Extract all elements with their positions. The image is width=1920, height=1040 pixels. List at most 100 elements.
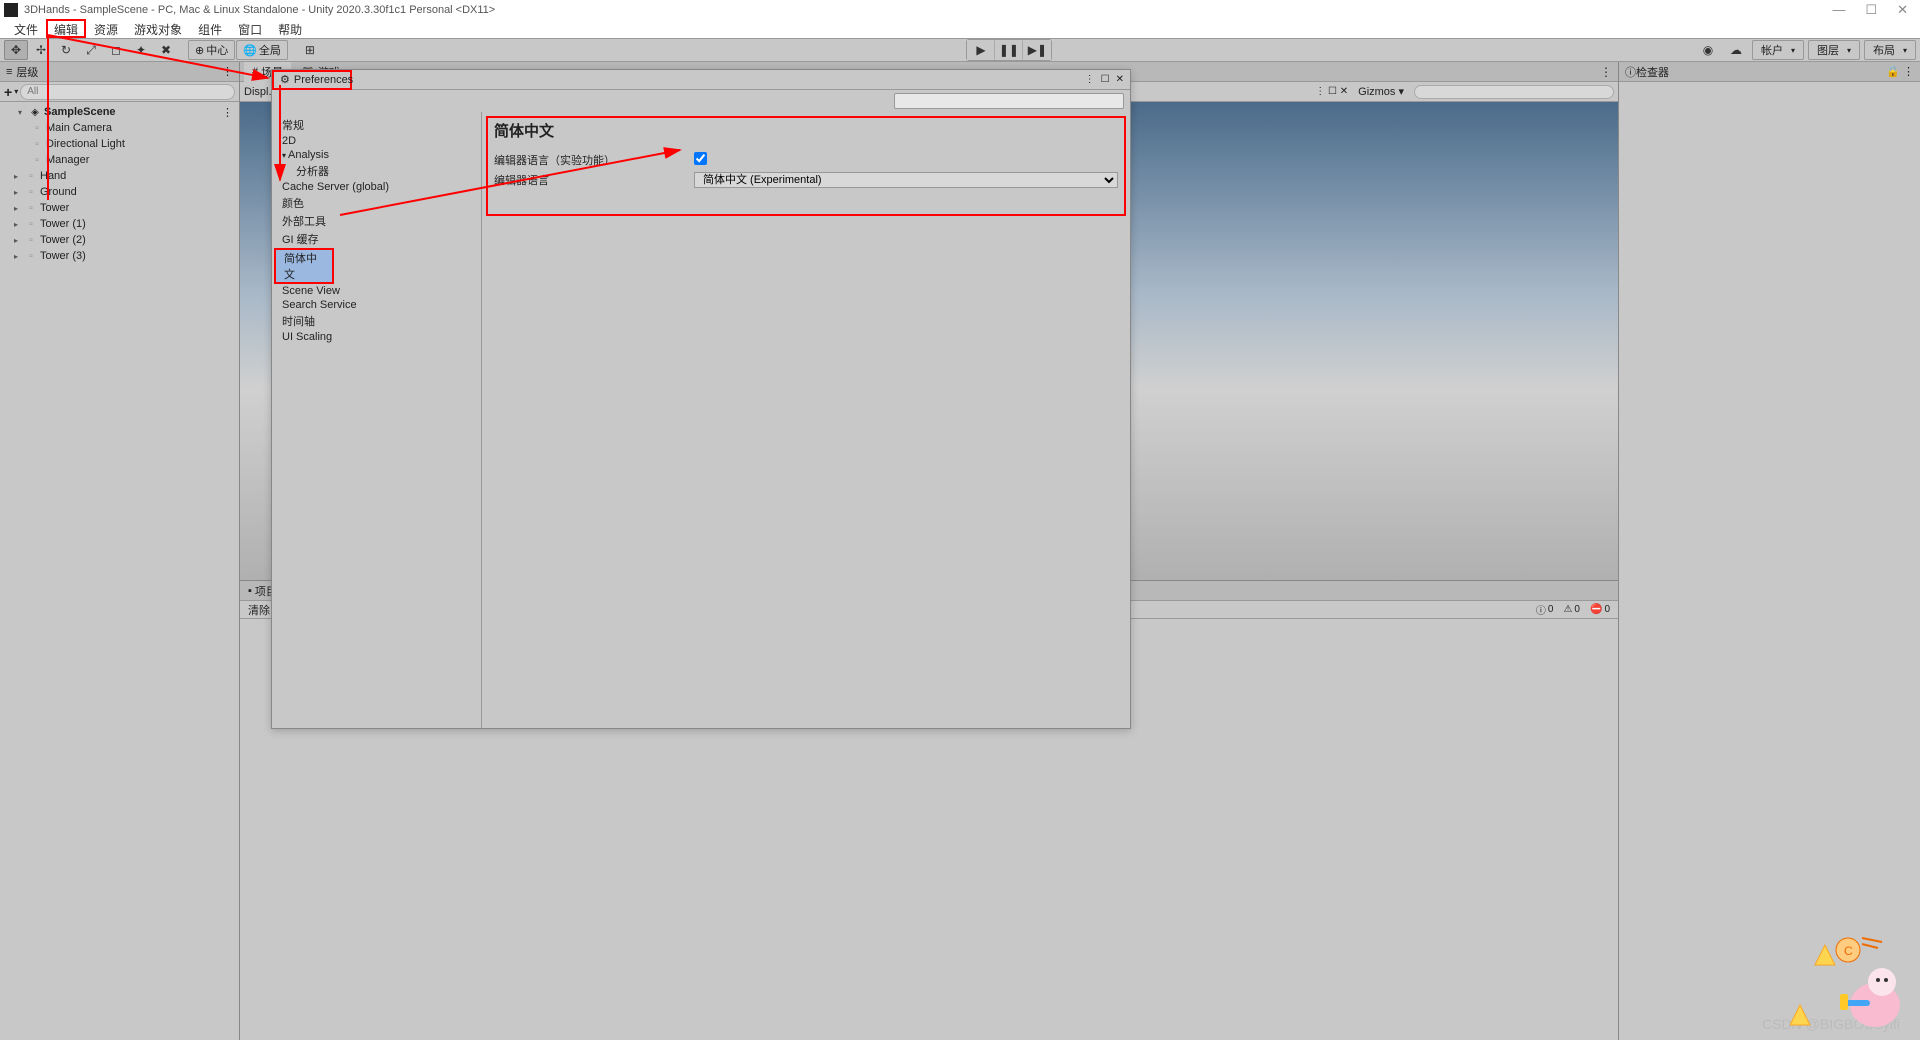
sidebar-item-sceneview[interactable]: Scene View [272, 284, 481, 298]
info-count[interactable]: ⓘ0 [1532, 602, 1558, 617]
menu-assets[interactable]: 资源 [86, 20, 126, 38]
error-icon: ⛔ [1590, 604, 1602, 615]
expand-arrow-icon[interactable]: ▸ [14, 220, 24, 229]
tree-item[interactable]: ▸▫Ground [0, 184, 239, 200]
menu-edit[interactable]: 编辑 [46, 19, 86, 38]
prefs-heading: 简体中文 [494, 120, 1118, 141]
toolbar: ✥ ✢ ↻ ⤢ ◻ ✦ ✖ ⊕ 中心 🌐 全局 ⊞ ▶ ❚❚ ▶❚ ◉ ☁ 帐户… [0, 38, 1920, 62]
clear-button[interactable]: 清除 [244, 602, 274, 618]
menu-file[interactable]: 文件 [6, 20, 46, 38]
preferences-titlebar[interactable]: ⚙ Preferences [272, 70, 352, 90]
sidebar-item-searchservice[interactable]: Search Service [272, 298, 481, 312]
editor-language-experimental-checkbox[interactable] [694, 152, 707, 165]
tab-menu-icon[interactable]: ⋮ [1085, 74, 1095, 85]
expand-arrow-icon[interactable]: ▸ [14, 188, 24, 197]
folder-icon: ▪ [248, 585, 252, 597]
prefs-content: 简体中文 编辑器语言（实验功能） 编辑器语言 简体中文 (Experimenta… [482, 112, 1130, 728]
gameobject-icon: ▫ [24, 185, 38, 199]
sidebar-item-language[interactable]: 简体中文 [274, 248, 334, 284]
gameobject-icon: ▫ [30, 153, 44, 167]
prefs-search-input[interactable] [894, 93, 1124, 109]
dropdown-icon[interactable]: ▾ [14, 87, 18, 96]
prefs-row-language: 编辑器语言 简体中文 (Experimental) [494, 171, 1118, 189]
custom-tool-icon[interactable]: ✖ [154, 40, 178, 60]
item-menu-icon[interactable]: ⋮ [222, 106, 239, 119]
expand-arrow-icon[interactable]: ▸ [14, 172, 24, 181]
tree-item[interactable]: ▸▫Tower (3) [0, 248, 239, 264]
pause-icon[interactable]: ❚❚ [995, 40, 1023, 60]
play-icon[interactable]: ▶ [967, 40, 995, 60]
tree-item[interactable]: ▸▫Tower [0, 200, 239, 216]
menu-help[interactable]: 帮助 [270, 20, 310, 38]
transform-tool-icon[interactable]: ✦ [129, 40, 153, 60]
sidebar-item-colors[interactable]: 颜色 [272, 194, 481, 212]
gameobject-icon: ▫ [24, 249, 38, 263]
menu-window[interactable]: 窗口 [230, 20, 270, 38]
sidebar-item-analysis[interactable]: ▾Analysis [272, 148, 481, 162]
cloud-icon[interactable]: ☁ [1724, 40, 1748, 60]
hierarchy-toolbar: + ▾ [0, 82, 239, 102]
sidebar-item-timeline[interactable]: 时间轴 [272, 312, 481, 330]
maximize-icon[interactable]: ☐ [1865, 2, 1877, 18]
unity-logo-icon [4, 3, 18, 17]
scene-search-input[interactable] [1414, 85, 1614, 99]
hierarchy-tree: ▾ ◈ SampleScene ⋮ ▫Main Camera ▫Directio… [0, 102, 239, 1040]
layout-dropdown[interactable]: 布局 [1864, 40, 1916, 60]
sidebar-item-cacheserver[interactable]: Cache Server (global) [272, 180, 481, 194]
snap-tool-icon[interactable]: ⊞ [298, 40, 322, 60]
tree-item[interactable]: ▫Manager [0, 152, 239, 168]
pivot-global-button[interactable]: 🌐 全局 [236, 40, 288, 60]
scene-root[interactable]: ▾ ◈ SampleScene ⋮ [0, 104, 239, 120]
tree-item[interactable]: ▸▫Hand [0, 168, 239, 184]
unity-scene-icon: ◈ [28, 105, 42, 119]
sidebar-item-gicache[interactable]: GI 缓存 [272, 230, 481, 248]
hand-tool-icon[interactable]: ✥ [4, 40, 28, 60]
close-icon[interactable]: ✕ [1897, 2, 1908, 18]
expand-arrow-icon[interactable]: ▸ [14, 236, 24, 245]
warning-count[interactable]: ⚠0 [1559, 604, 1584, 615]
close-icon[interactable]: ✕ [1116, 74, 1124, 85]
expand-arrow-icon[interactable]: ▸ [14, 252, 24, 261]
sidebar-item-uiscaling[interactable]: UI Scaling [272, 330, 481, 344]
tree-item[interactable]: ▫Directional Light [0, 136, 239, 152]
collab-icon[interactable]: ◉ [1696, 40, 1720, 60]
warning-icon: ⚠ [1563, 604, 1572, 615]
tree-item[interactable]: ▫Main Camera [0, 120, 239, 136]
add-icon[interactable]: + [4, 84, 12, 100]
editor-language-select[interactable]: 简体中文 (Experimental) [694, 172, 1118, 188]
error-count[interactable]: ⛔0 [1586, 604, 1614, 615]
hierarchy-search-input[interactable] [20, 84, 235, 100]
sidebar-item-profiler[interactable]: 分析器 [272, 162, 481, 180]
sidebar-item-2d[interactable]: 2D [272, 134, 481, 148]
rect-tool-icon[interactable]: ◻ [104, 40, 128, 60]
lock-icon[interactable]: 🔒 ⋮ [1886, 65, 1914, 78]
scale-tool-icon[interactable]: ⤢ [79, 40, 103, 60]
layers-dropdown[interactable]: 图层 [1808, 40, 1860, 60]
expand-arrow-icon[interactable]: ▸ [14, 204, 24, 213]
minimize-icon[interactable]: — [1832, 2, 1845, 18]
gizmos-dropdown[interactable]: Gizmos ▾ [1352, 85, 1410, 98]
gameobject-icon: ▫ [24, 217, 38, 231]
account-dropdown[interactable]: 帐户 [1752, 40, 1804, 60]
prefs-search-row [272, 90, 1130, 112]
expand-arrow-icon[interactable]: ▾ [18, 108, 28, 117]
sidebar-item-externaltools[interactable]: 外部工具 [272, 212, 481, 230]
titlebar: 3DHands - SampleScene - PC, Mac & Linux … [0, 0, 1920, 20]
win-restore-icon[interactable]: ⋮ ☐ ✕ [1315, 86, 1348, 97]
popout-icon[interactable]: ☐ [1101, 74, 1110, 85]
menu-component[interactable]: 组件 [190, 20, 230, 38]
pivot-center-button[interactable]: ⊕ 中心 [188, 40, 235, 60]
move-tool-icon[interactable]: ✢ [29, 40, 53, 60]
rotate-tool-icon[interactable]: ↻ [54, 40, 78, 60]
step-icon[interactable]: ▶❚ [1023, 40, 1051, 60]
tree-item[interactable]: ▸▫Tower (1) [0, 216, 239, 232]
menu-gameobject[interactable]: 游戏对象 [126, 20, 190, 38]
tab-menu-icon[interactable]: ⋮ [222, 65, 233, 78]
sidebar-item-general[interactable]: 常规 [272, 116, 481, 134]
scene-icon: # [252, 66, 258, 78]
tree-item[interactable]: ▸▫Tower (2) [0, 232, 239, 248]
hierarchy-tab[interactable]: ≡ 层级 ⋮ [0, 62, 239, 82]
inspector-panel: ⓘ 检查器 🔒 ⋮ [1618, 62, 1920, 1040]
inspector-tab[interactable]: ⓘ 检查器 🔒 ⋮ [1619, 62, 1920, 82]
tab-menu-icon[interactable]: ⋮ [1600, 65, 1618, 79]
